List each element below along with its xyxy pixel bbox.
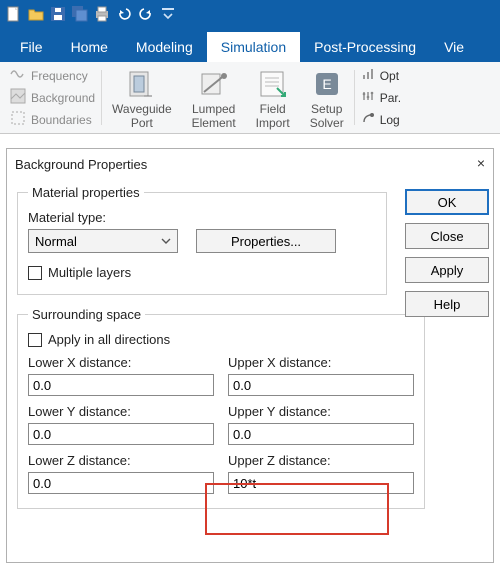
tab-modeling[interactable]: Modeling <box>122 32 207 62</box>
ribbon-group-right: Opt Par. Log <box>355 64 407 131</box>
ribbon-item-boundaries[interactable]: Boundaries <box>10 110 95 129</box>
background-properties-dialog: Background Properties × Material propert… <box>6 148 494 563</box>
ribbon-item-log[interactable]: Log <box>361 110 401 129</box>
tab-vie[interactable]: Vie <box>430 32 478 62</box>
quick-access-toolbar <box>0 0 500 28</box>
ribbon-item-label: FieldImport <box>256 103 290 131</box>
highlight-box <box>205 483 389 535</box>
ribbon-body: Frequency Background Boundaries WaveguideP… <box>0 62 500 134</box>
customize-qa-icon[interactable] <box>158 4 178 24</box>
ribbon-item-opt[interactable]: Opt <box>361 66 401 85</box>
save-all-icon[interactable] <box>70 4 90 24</box>
ribbon-item-label: Par. <box>380 91 401 105</box>
upper-x-label: Upper X distance: <box>228 355 414 370</box>
multiple-layers-checkbox[interactable]: Multiple layers <box>28 265 376 280</box>
material-type-select[interactable]: Normal <box>28 229 178 253</box>
surrounding-space-group: Surrounding space Apply in all direction… <box>17 307 425 509</box>
lower-z-label: Lower Z distance: <box>28 453 214 468</box>
upper-y-label: Upper Y distance: <box>228 404 414 419</box>
print-icon[interactable] <box>92 4 112 24</box>
ribbon-item-label: Log <box>380 113 400 127</box>
lower-x-input[interactable] <box>28 374 214 396</box>
apply-button[interactable]: Apply <box>405 257 489 283</box>
ribbon-item-label: Opt <box>380 69 399 83</box>
upper-y-input[interactable] <box>228 423 414 445</box>
lower-y-label: Lower Y distance: <box>28 404 214 419</box>
close-button[interactable]: Close <box>405 223 489 249</box>
boundaries-icon <box>10 110 26 129</box>
ribbon-tabs: FileHomeModelingSimulationPost-Processin… <box>0 28 500 62</box>
log-icon <box>361 111 375 128</box>
upper-z-label: Upper Z distance: <box>228 453 414 468</box>
surrounding-space-legend: Surrounding space <box>28 307 145 322</box>
field-import-icon <box>256 68 290 100</box>
setup-solver-icon: E <box>310 68 344 100</box>
material-properties-legend: Material properties <box>28 185 144 200</box>
new-file-icon[interactable] <box>4 4 24 24</box>
ribbon-item-frequency[interactable]: Frequency <box>10 66 95 85</box>
frequency-icon <box>10 66 26 85</box>
material-type-value: Normal <box>35 234 77 249</box>
ribbon-item-label: WaveguidePort <box>112 103 172 131</box>
ribbon-item-label: Boundaries <box>31 113 92 127</box>
ribbon-item-setup-solver[interactable]: E SetupSolver <box>300 64 354 131</box>
checkbox-box <box>28 333 42 347</box>
ok-button[interactable]: OK <box>405 189 489 215</box>
ribbon-item-lumped-element[interactable]: LumpedElement <box>182 64 246 131</box>
dialog-buttons: OK Close Apply Help <box>405 189 489 317</box>
chevron-down-icon <box>161 234 171 249</box>
ribbon-item-label: LumpedElement <box>192 103 236 131</box>
help-button[interactable]: Help <box>405 291 489 317</box>
ribbon-item-label: Background <box>31 91 95 105</box>
close-icon[interactable]: × <box>477 155 485 171</box>
multiple-layers-label: Multiple layers <box>48 265 131 280</box>
open-folder-icon[interactable] <box>26 4 46 24</box>
lower-z-input[interactable] <box>28 472 214 494</box>
tab-post-processing[interactable]: Post-Processing <box>300 32 430 62</box>
ribbon-item-field-import[interactable]: FieldImport <box>246 64 300 131</box>
lower-y-input[interactable] <box>28 423 214 445</box>
tab-simulation[interactable]: Simulation <box>207 32 300 62</box>
background-icon <box>10 88 26 107</box>
properties-button[interactable]: Properties... <box>196 229 336 253</box>
apply-all-directions-checkbox[interactable]: Apply in all directions <box>28 332 414 347</box>
ribbon-item-waveguide-port[interactable]: WaveguidePort <box>102 64 182 131</box>
opt-icon <box>361 67 375 84</box>
ribbon-group-settings: Frequency Background Boundaries <box>4 64 101 131</box>
lumped-element-icon <box>197 68 231 100</box>
svg-text:E: E <box>322 76 331 92</box>
apply-all-directions-label: Apply in all directions <box>48 332 170 347</box>
redo-icon[interactable] <box>136 4 156 24</box>
dialog-title: Background Properties <box>7 149 493 179</box>
upper-x-input[interactable] <box>228 374 414 396</box>
save-icon[interactable] <box>48 4 68 24</box>
undo-icon[interactable] <box>114 4 134 24</box>
material-properties-group: Material properties Material type: Norma… <box>17 185 387 295</box>
lower-x-label: Lower X distance: <box>28 355 214 370</box>
par-icon <box>361 89 375 106</box>
ribbon-item-background[interactable]: Background <box>10 88 95 107</box>
ribbon-item-par[interactable]: Par. <box>361 88 401 107</box>
material-type-label: Material type: <box>28 210 376 225</box>
tab-home[interactable]: Home <box>57 32 122 62</box>
ribbon-item-label: SetupSolver <box>310 103 344 131</box>
tab-file[interactable]: File <box>6 32 57 62</box>
waveguide-port-icon <box>125 68 159 100</box>
checkbox-box <box>28 266 42 280</box>
ribbon-item-label: Frequency <box>31 69 88 83</box>
